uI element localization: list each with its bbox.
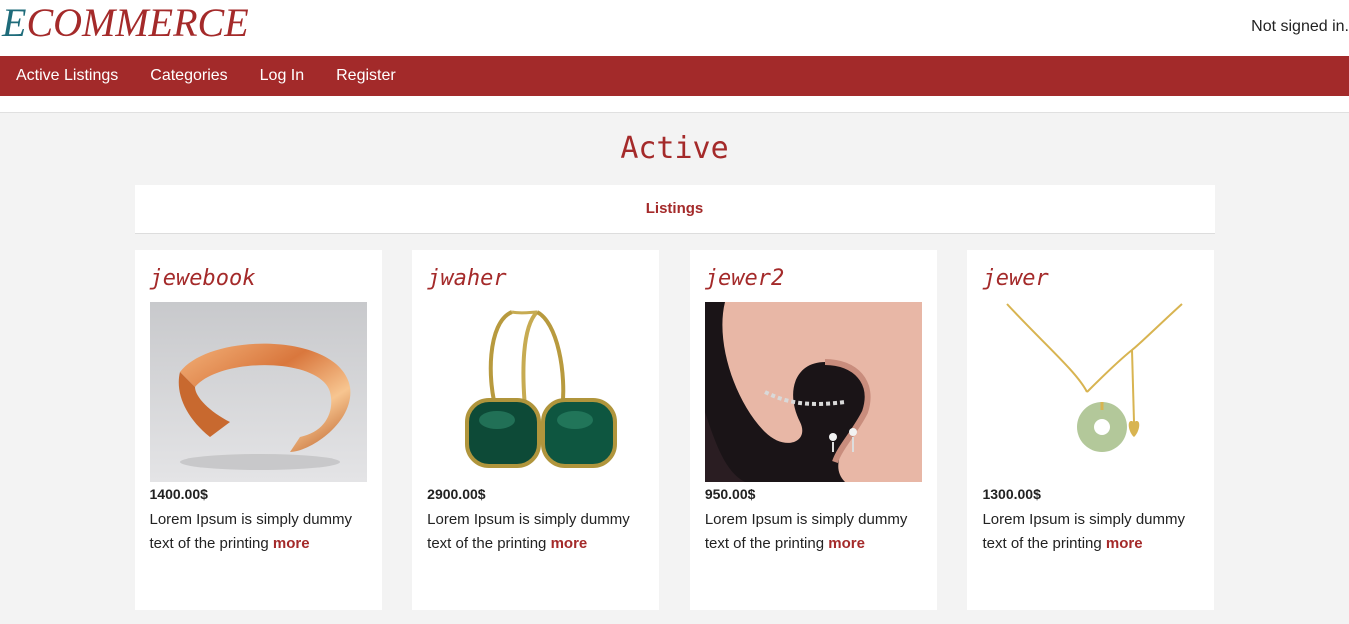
description-text: Lorem Ipsum is simply dummy text of the … (982, 511, 1186, 552)
listing-card[interactable]: jwaher 2900.00$ Lorem Ipsum is simply du… (412, 250, 660, 610)
description-text: Lorem Ipsum is simply dummy text of the … (149, 511, 353, 552)
listing-description: Lorem Ipsum is simply dummy text of the … (982, 508, 1199, 556)
section-label: Listings (134, 185, 1215, 234)
listing-card[interactable]: jewebook 1400.00$ Lorem Ipsum is simply … (134, 250, 382, 610)
listing-price: 2900.00$ (427, 486, 486, 502)
nav-register[interactable]: Register (336, 56, 396, 96)
more-link[interactable]: more (551, 535, 588, 552)
listing-card[interactable]: jewer2 950.00$ Lorem Ipsum is simply dum… (689, 250, 937, 610)
listing-description: Lorem Ipsum is simply dummy text of the … (427, 508, 644, 556)
site-header: ECOMMERCE Not signed in. (0, 0, 1349, 56)
listing-description: Lorem Ipsum is simply dummy text of the … (705, 508, 922, 556)
listing-card[interactable]: jewer 1300.00$ Lorem Ipsum is simply dum… (967, 250, 1215, 610)
signin-status: Not signed in. (1251, 18, 1349, 35)
listing-price: 950.00$ (704, 486, 756, 502)
copper-bracelet-image[interactable] (149, 302, 367, 482)
brand-initial: E (2, 0, 27, 45)
brand-logo[interactable]: ECOMMERCE (2, 0, 249, 46)
description-text: Lorem Ipsum is simply dummy text of the … (427, 511, 630, 552)
listing-price: 1400.00$ (149, 486, 208, 502)
listing-description: Lorem Ipsum is simply dummy text of the … (150, 508, 367, 556)
nav-active-listings[interactable]: Active Listings (16, 56, 118, 96)
more-link[interactable]: more (828, 535, 865, 552)
listing-title[interactable]: jwaher (427, 264, 644, 302)
description-text: Lorem Ipsum is simply dummy text of the … (704, 511, 908, 552)
more-link[interactable]: more (273, 535, 310, 552)
more-link[interactable]: more (1106, 535, 1143, 552)
page-title: Active (620, 131, 729, 166)
listing-title[interactable]: jewer2 (705, 264, 922, 302)
listing-title[interactable]: jewebook (150, 264, 367, 302)
listings-grid: jewebook 1400.00$ Lorem Ipsum is simply … (134, 250, 1215, 610)
nav-categories[interactable]: Categories (150, 56, 227, 96)
brand-text: COMMERCE (26, 0, 249, 45)
ear-climber-image[interactable] (704, 302, 922, 482)
nav-spacer (0, 96, 1349, 113)
nav-log-in[interactable]: Log In (260, 56, 304, 96)
listing-title[interactable]: jewer (982, 264, 1199, 302)
green-earrings-image[interactable] (427, 302, 645, 482)
main-nav: Active Listings Categories Log In Regist… (0, 56, 1349, 96)
jade-necklace-image[interactable] (982, 302, 1200, 482)
listing-price: 1300.00$ (982, 486, 1041, 502)
